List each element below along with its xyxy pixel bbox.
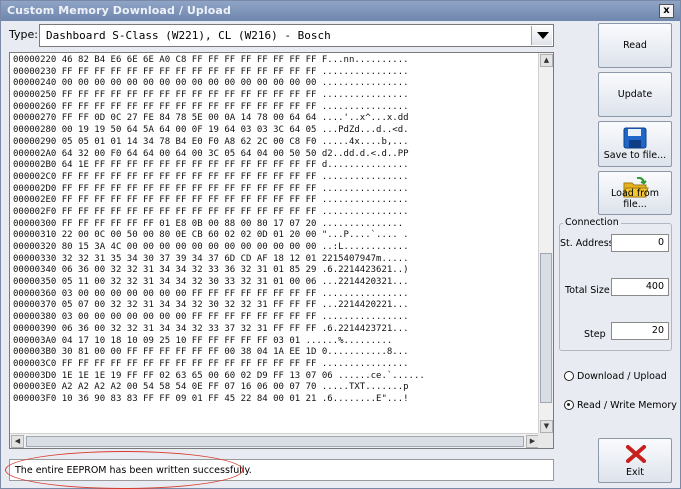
hex-line: 000002C0 FF FF FF FF FF FF FF FF FF FF F… [13, 171, 409, 182]
radio-checked-icon [564, 400, 574, 410]
title-bar: Custom Memory Download / Upload x [1, 1, 680, 21]
hex-line: 00000250 FF FF FF FF FF FF FF FF FF FF F… [13, 90, 409, 101]
read-write-memory-label: Read / Write Memory [577, 400, 677, 411]
status-bar: The entire EEPROM has been written succe… [9, 459, 554, 481]
red-x-icon [626, 445, 646, 463]
update-button-label: Update [617, 89, 653, 100]
step-label: Step [584, 329, 606, 340]
load-from-file-button[interactable]: Load from file... [598, 171, 672, 215]
hex-line: 000002B0 64 1E FF FF FF FF FF FF FF FF F… [13, 160, 409, 171]
scroll-up-button[interactable]: ▲ [540, 54, 553, 67]
hex-line: 00000230 FF FF FF FF FF FF FF FF FF FF F… [13, 66, 409, 77]
read-button-label: Read [623, 40, 647, 51]
scroll-left-button[interactable]: ◀ [11, 435, 24, 448]
type-dropdown[interactable]: Dashboard S-Class (W221), CL (W216) - Bo… [39, 24, 554, 47]
close-button[interactable]: x [659, 4, 674, 18]
hex-line: 000003A0 04 17 10 18 10 09 25 10 FF FF F… [13, 335, 393, 346]
hex-line: 00000260 FF FF FF FF FF FF FF FF FF FF F… [13, 101, 409, 112]
chevron-down-icon [537, 32, 549, 39]
hex-line: 000003D0 1E 1E 1E 19 FF FF 02 63 65 00 6… [13, 370, 425, 381]
radio-unchecked-icon [564, 371, 574, 381]
save-button-label: Save to file... [603, 150, 667, 161]
hex-line: 00000380 03 00 00 00 00 00 00 00 FF FF F… [13, 312, 409, 323]
dropdown-arrow-button[interactable] [531, 26, 552, 45]
hex-line: 00000300 FF FF FF FF FF FF 01 E8 0B 00 8… [13, 218, 404, 229]
st-address-input[interactable]: 0 [611, 234, 669, 252]
total-size-value: 400 [645, 281, 664, 292]
hex-line: 000003B0 30 81 00 00 FF FF FF FF FF FF 0… [13, 347, 409, 358]
total-size-label: Total Size [565, 285, 610, 296]
hex-line: 00000360 03 00 00 00 00 00 00 00 FF FF F… [13, 288, 409, 299]
hex-line: 00000370 05 07 00 32 32 31 34 34 32 30 3… [13, 300, 409, 311]
hex-line: 00000330 32 32 31 35 34 30 37 39 34 37 6… [13, 253, 409, 264]
hex-line: 000002F0 FF FF FF FF FF FF FF FF FF FF F… [13, 206, 409, 217]
horizontal-scrollbar[interactable]: ◀ ▶ [10, 433, 540, 448]
hex-line: 00000220 46 82 B4 E6 6E 6E A0 C8 FF FF F… [13, 55, 409, 65]
hex-line: 000003F0 10 36 90 83 83 FF FF 09 01 FF 4… [13, 393, 409, 404]
window-title: Custom Memory Download / Upload [7, 4, 231, 17]
exit-button[interactable]: Exit [598, 438, 672, 483]
total-size-input[interactable]: 400 [611, 278, 669, 296]
st-address-label: St. Address [560, 238, 614, 249]
hex-line: 000003E0 A2 A2 A2 A2 00 54 58 54 0E FF 0… [13, 382, 409, 393]
hex-line: 00000320 80 15 3A 4C 00 00 00 00 00 00 0… [13, 242, 409, 252]
scroll-corner [538, 433, 553, 448]
st-address-value: 0 [657, 237, 664, 248]
save-to-file-button[interactable]: Save to file... [598, 121, 672, 167]
hex-lines: 00000220 46 82 B4 E6 6E 6E A0 C8 FF FF F… [13, 55, 538, 406]
connection-title: Connection [563, 217, 621, 228]
hex-line: 000002A0 64 32 00 F0 64 64 00 64 00 3C 0… [13, 148, 409, 159]
hex-line: 00000290 05 05 01 01 14 34 78 B4 E0 F0 A… [13, 136, 409, 147]
load-button-label: Load from file... [611, 188, 659, 210]
hex-line: 00000270 FF FF 0D 0C 27 FE 84 78 5E 00 0… [13, 113, 409, 124]
vertical-scroll-thumb[interactable] [540, 253, 552, 403]
hex-line: 00000350 05 11 00 32 32 31 34 34 32 30 3… [13, 277, 409, 288]
step-value: 20 [651, 325, 664, 336]
scroll-down-button[interactable]: ▼ [540, 420, 553, 433]
hex-line: 00000280 00 19 19 50 64 5A 64 00 0F 19 6… [13, 125, 409, 136]
update-button[interactable]: Update [598, 72, 672, 117]
hex-line: 00000340 06 36 00 32 32 31 34 34 32 33 3… [13, 265, 409, 276]
hex-line: 00000310 22 00 0C 00 50 00 80 0E CB 60 0… [13, 230, 409, 241]
hex-dump-view[interactable]: 00000220 46 82 B4 E6 6E 6E A0 C8 FF FF F… [9, 52, 554, 449]
vertical-scrollbar[interactable]: ▲ ▼ [538, 53, 553, 434]
type-label: Type: [9, 28, 38, 41]
hex-line: 00000240 00 00 00 00 00 00 00 00 00 00 0… [13, 78, 409, 89]
custom-memory-window: Custom Memory Download / Upload x Type: … [0, 0, 681, 489]
hex-line: 00000390 06 36 00 32 32 31 34 34 32 33 3… [13, 323, 409, 334]
hex-line: 000002D0 FF FF FF FF FF FF FF FF FF FF F… [13, 183, 409, 194]
download-upload-label: Download / Upload [577, 371, 667, 382]
exit-button-label: Exit [626, 467, 644, 478]
hex-line: 000002E0 FF FF FF FF FF FF FF FF FF FF F… [13, 195, 409, 206]
floppy-disk-icon [623, 127, 647, 149]
type-dropdown-value: Dashboard S-Class (W221), CL (W216) - Bo… [46, 29, 331, 42]
horizontal-scroll-thumb[interactable] [26, 436, 524, 447]
status-message: The entire EEPROM has been written succe… [15, 465, 252, 476]
step-input[interactable]: 20 [611, 322, 669, 340]
hex-line: 000003C0 FF FF FF FF FF FF FF FF FF FF F… [13, 358, 409, 369]
read-button[interactable]: Read [598, 23, 672, 68]
